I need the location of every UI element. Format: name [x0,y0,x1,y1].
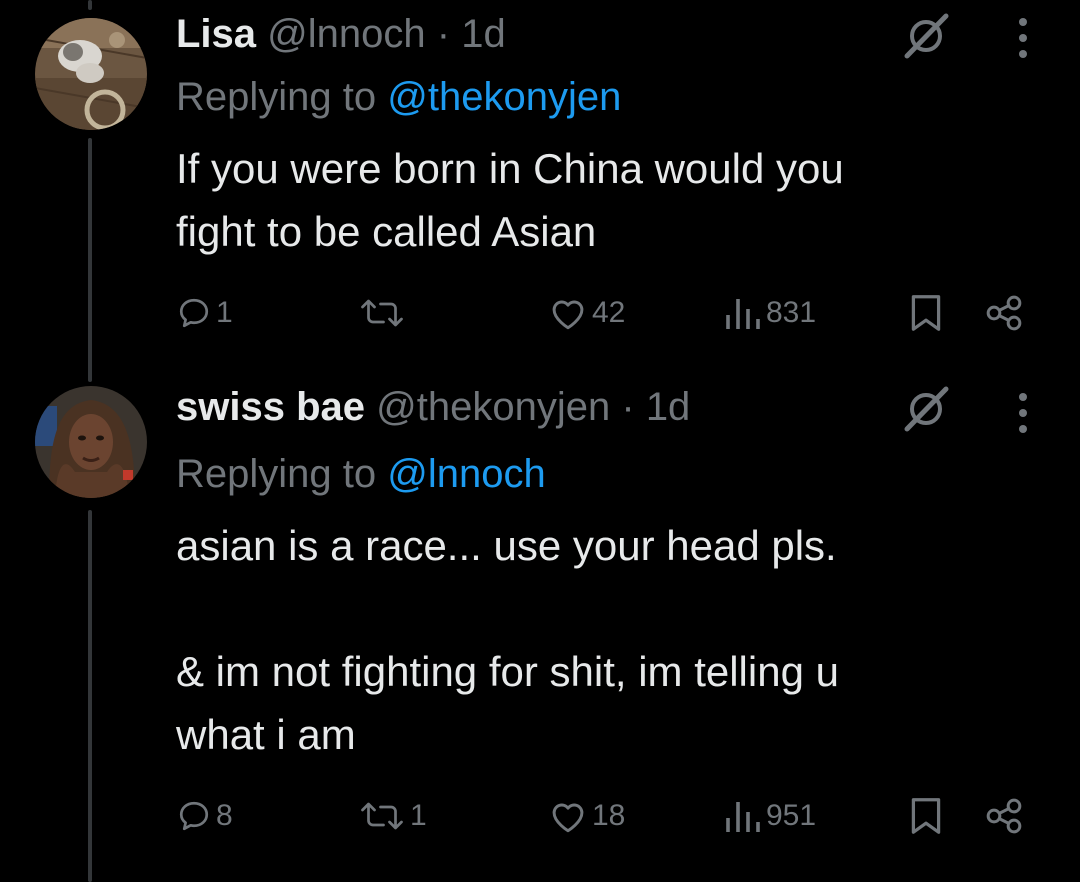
reply-count: 1 [216,296,233,329]
tweet-header: swiss bae @thekonyjen · 1d [176,383,690,431]
replying-to: Replying to @thekonyjen [176,73,621,121]
like-count: 18 [592,799,626,832]
bookmark-icon [911,295,941,331]
author-name[interactable]: Lisa [176,12,256,56]
author-handle[interactable]: @lnnoch [267,12,425,56]
share-icon [986,798,1022,834]
share-button[interactable] [984,791,1024,841]
share-icon [986,295,1022,331]
retweet-icon [361,299,403,327]
more-icon[interactable] [1014,391,1032,435]
retweet-count: 1 [410,799,427,832]
timestamp[interactable]: 1d [646,385,691,429]
separator-dot: · [621,385,635,429]
views-icon [726,802,760,832]
author-name[interactable]: swiss bae [176,385,365,429]
grok-icon[interactable] [902,385,950,433]
like-button[interactable]: 18 [548,791,625,841]
avatar-lisa[interactable] [35,18,147,130]
action-bar: 1 42 831 [0,288,1080,338]
grok-icon[interactable] [902,12,950,60]
reply-icon [179,298,209,328]
retweet-button[interactable] [358,288,410,338]
tweet-header: Lisa @lnnoch · 1d [176,10,506,58]
tweet-text: If you were born in China would you figh… [176,145,844,255]
replying-to-prefix: Replying to [176,75,377,119]
retweet-icon [361,802,403,830]
reply-icon [179,801,209,831]
tweet-text: asian is a race... use your head pls. & … [176,522,839,758]
author-handle[interactable]: @thekonyjen [376,385,610,429]
like-count: 42 [592,296,626,329]
bookmark-button[interactable] [908,288,944,338]
views-button[interactable]: 951 [722,791,816,841]
separator-dot: · [436,12,451,56]
bookmark-button[interactable] [908,791,944,841]
thread-line-upper [88,138,92,382]
views-count: 951 [766,799,817,832]
thread-line-top [88,0,92,10]
more-icon[interactable] [1014,16,1032,60]
replying-to: Replying to @lnnoch [176,450,546,498]
share-button[interactable] [984,288,1024,338]
views-count: 831 [766,296,817,329]
bookmark-icon [911,798,941,834]
reply-count: 8 [216,799,233,832]
views-button[interactable]: 831 [722,288,816,338]
replying-to-mention[interactable]: @thekonyjen [387,75,621,119]
heart-icon [552,300,584,330]
like-button[interactable]: 42 [548,288,625,338]
replying-to-mention[interactable]: @lnnoch [387,452,545,496]
heart-icon [552,803,584,833]
reply-button[interactable]: 8 [176,791,233,841]
reply-button[interactable]: 1 [176,288,233,338]
action-bar: 8 1 18 951 [0,791,1080,841]
replying-to-prefix: Replying to [176,452,377,496]
retweet-button[interactable]: 1 [358,791,427,841]
avatar-swiss-bae[interactable] [35,386,147,498]
timestamp[interactable]: 1d [461,12,506,56]
views-icon [726,299,760,329]
